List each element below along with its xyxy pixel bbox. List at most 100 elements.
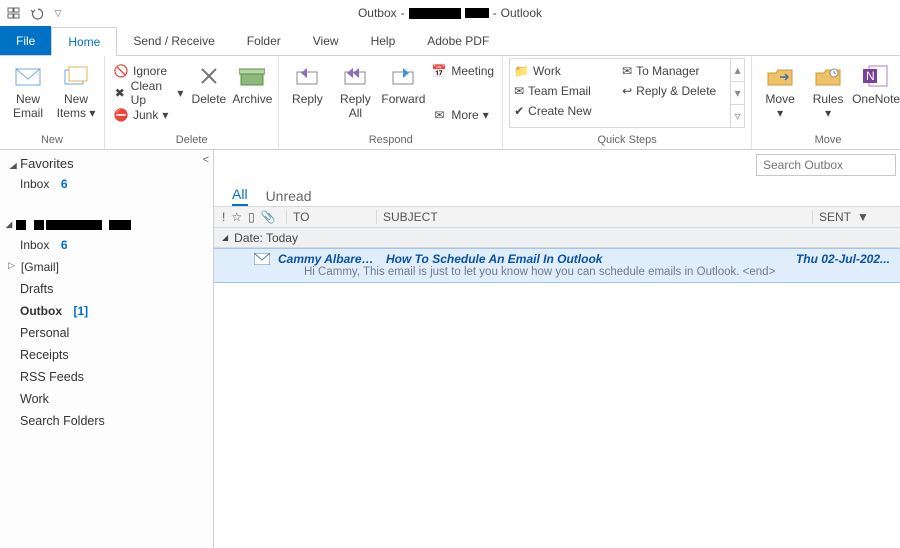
qs-reply-delete[interactable]: ↩Reply & Delete	[620, 81, 728, 101]
ignore-icon: 🚫	[113, 63, 129, 79]
clean-up-icon: ✖	[113, 85, 127, 101]
nav-outbox[interactable]: Outbox [1]	[0, 300, 213, 322]
tab-send-receive[interactable]: Send / Receive	[117, 26, 230, 55]
clean-up-button[interactable]: ✖Clean Up ▾	[111, 82, 185, 104]
tab-file[interactable]: File	[0, 26, 51, 55]
junk-button[interactable]: ⛔Junk ▾	[111, 104, 185, 126]
importance-column-icon: !	[222, 210, 225, 224]
new-email-label: New Email	[6, 92, 50, 120]
search-wrap	[214, 150, 900, 180]
onenote-icon: N	[862, 62, 890, 90]
nav-rss[interactable]: RSS Feeds	[0, 366, 213, 388]
filter-unread[interactable]: Unread	[266, 188, 312, 206]
tab-help[interactable]: Help	[355, 26, 412, 55]
quick-access-toolbar: ▽	[6, 5, 66, 21]
nav-inbox[interactable]: Inbox 6	[0, 234, 213, 256]
col-icons[interactable]: ! ☆ ▯ 📎	[214, 210, 286, 224]
group-new-label: New	[6, 133, 98, 149]
qs-to-manager[interactable]: ✉To Manager	[620, 61, 728, 81]
icon-column-icon: ▯	[248, 210, 255, 224]
reply-delete-icon: ↩	[622, 84, 632, 98]
tab-view[interactable]: View	[297, 26, 355, 55]
team-email-icon: ✉	[514, 84, 524, 98]
mail-preview: Hi Cammy, This email is just to let you …	[244, 266, 890, 278]
qs-work[interactable]: 📁Work	[512, 61, 620, 81]
delete-icon	[195, 62, 223, 90]
onenote-button[interactable]: NOneNote	[854, 58, 898, 106]
title-bar: ▽ Outbox - - Outlook	[0, 0, 900, 26]
rules-button[interactable]: Rules▾	[806, 58, 850, 120]
nav-collapse-icon[interactable]: <	[203, 154, 209, 166]
qs-scroll-down[interactable]: ▾	[731, 82, 744, 105]
col-subject[interactable]: SUBJECT	[376, 210, 812, 224]
filter-all[interactable]: All	[232, 186, 248, 206]
tab-home[interactable]: Home	[51, 27, 117, 56]
forward-button[interactable]: Forward	[381, 58, 425, 106]
reply-button[interactable]: Reply	[285, 58, 329, 106]
nav-receipts[interactable]: Receipts	[0, 344, 213, 366]
title-app: Outlook	[501, 6, 542, 20]
new-items-button[interactable]: New Items ▾	[54, 58, 98, 120]
favorites-header[interactable]: Favorites	[0, 150, 213, 173]
move-button[interactable]: Move▾	[758, 58, 802, 120]
ribbon-tabs: File Home Send / Receive Folder View Hel…	[0, 26, 900, 56]
mail-subject: How To Schedule An Email In Outlook	[386, 252, 782, 266]
qs-create-new[interactable]: ✔Create New	[512, 101, 620, 121]
title-sep2: -	[493, 6, 497, 20]
to-manager-icon: ✉	[622, 64, 632, 78]
title-account-redacted-2	[465, 8, 489, 18]
group-label: Date: Today	[234, 231, 298, 245]
tab-adobe-pdf[interactable]: Adobe PDF	[411, 26, 505, 55]
more-respond-button[interactable]: ✉More ▾	[429, 104, 496, 126]
col-sent[interactable]: SENT▼	[812, 210, 900, 224]
new-items-label: New Items ▾	[54, 92, 98, 120]
delete-button[interactable]: Delete	[189, 58, 228, 106]
group-new: New Email New Items ▾ New	[0, 56, 105, 149]
title-account-redacted	[409, 8, 461, 19]
window-title: Outbox - - Outlook	[66, 6, 834, 20]
archive-icon	[238, 62, 266, 90]
ribbon: New Email New Items ▾ New 🚫Ignore ✖Clean…	[0, 56, 900, 150]
move-label: Move▾	[765, 92, 794, 120]
nav-work[interactable]: Work	[0, 388, 213, 410]
group-row-today[interactable]: ◢ Date: Today	[214, 228, 900, 248]
nav-search-folders[interactable]: Search Folders	[0, 410, 213, 432]
mail-sent: Thu 02-Jul-202...	[790, 252, 890, 266]
search-input[interactable]	[756, 154, 896, 176]
title-sep: -	[401, 6, 405, 20]
qs-team-email[interactable]: ✉Team Email	[512, 81, 620, 101]
svg-text:N: N	[866, 69, 875, 83]
attachment-column-icon: 📎	[261, 210, 276, 224]
mail-row[interactable]: Cammy Albares... How To Schedule An Emai…	[214, 248, 900, 283]
more-icon: ✉	[431, 107, 447, 123]
reply-all-button[interactable]: Reply All	[333, 58, 377, 120]
reminder-column-icon: ☆	[231, 210, 242, 224]
junk-icon: ⛔	[113, 107, 129, 123]
title-folder: Outbox	[358, 6, 397, 20]
new-email-button[interactable]: New Email	[6, 58, 50, 120]
rules-label: Rules▾	[813, 92, 844, 120]
qat-show-all-icon[interactable]	[6, 5, 22, 21]
archive-button[interactable]: Archive	[232, 58, 272, 106]
group-delete: 🚫Ignore ✖Clean Up ▾ ⛔Junk ▾ Delete Archi…	[105, 56, 279, 149]
nav-drafts[interactable]: Drafts	[0, 278, 213, 300]
account-header[interactable]	[0, 209, 213, 234]
nav-gmail[interactable]: ▷[Gmail]	[0, 256, 213, 278]
group-collapse-icon: ◢	[222, 233, 228, 242]
nav-personal[interactable]: Personal	[0, 322, 213, 344]
group-respond: Reply Reply All Forward 📅Meeting ✉More ▾…	[279, 56, 503, 149]
group-move: Move▾ Rules▾ NOneNote Move	[752, 56, 900, 149]
undo-icon[interactable]	[28, 5, 44, 21]
reply-all-icon	[341, 62, 369, 90]
qs-expand[interactable]: ▿	[731, 105, 744, 127]
fav-inbox[interactable]: Inbox 6	[0, 173, 213, 195]
qat-customize-icon[interactable]: ▽	[50, 5, 66, 21]
new-items-icon	[62, 62, 90, 90]
col-to[interactable]: TO	[286, 210, 376, 224]
create-new-icon: ✔	[514, 104, 524, 118]
qs-scroll: ▴ ▾ ▿	[730, 59, 744, 127]
tab-folder[interactable]: Folder	[231, 26, 297, 55]
qs-scroll-up[interactable]: ▴	[731, 59, 744, 82]
group-respond-label: Respond	[285, 133, 496, 149]
meeting-button[interactable]: 📅Meeting	[429, 60, 496, 82]
